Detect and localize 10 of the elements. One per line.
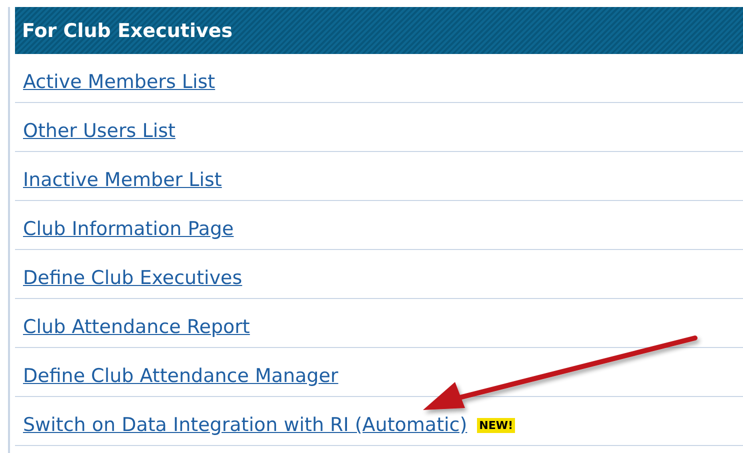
menu-link[interactable]: Other Users List bbox=[23, 120, 176, 142]
menu-link[interactable]: Club Attendance Report bbox=[23, 316, 250, 338]
menu-link[interactable]: Inactive Member List bbox=[23, 169, 222, 191]
panel-title: For Club Executives bbox=[15, 7, 743, 54]
new-badge: NEW! bbox=[477, 418, 516, 433]
menu-link[interactable]: Define Club Attendance Manager bbox=[23, 365, 338, 387]
menu-link[interactable]: Define Club Executives bbox=[23, 267, 242, 289]
menu-link[interactable]: Switch on Data Integration with RI (Automatic) bbox=[23, 414, 468, 436]
menu-link[interactable]: Active Members List bbox=[23, 71, 216, 93]
menu-link[interactable]: Club Information Page bbox=[23, 218, 234, 240]
